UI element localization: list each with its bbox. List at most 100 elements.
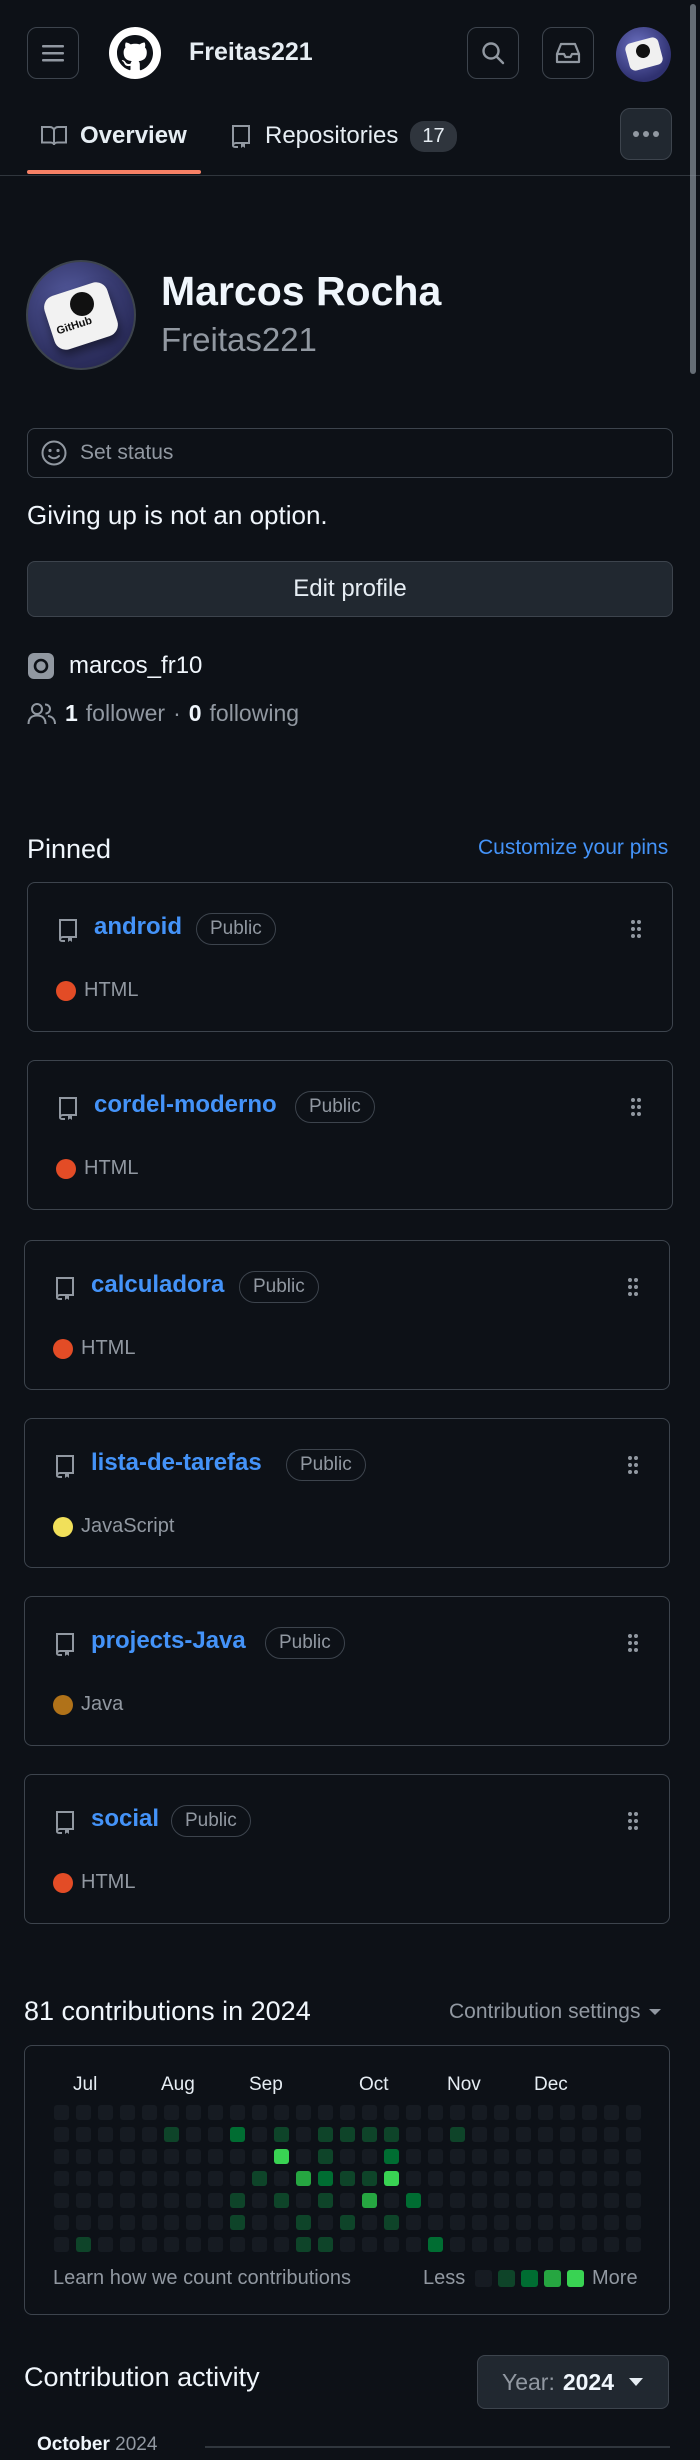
contribution-day [604, 2127, 619, 2142]
pinned-card[interactable]: calculadora Public HTML [24, 1240, 670, 1390]
contribution-day [362, 2237, 377, 2252]
contribution-day [296, 2149, 311, 2164]
contribution-day [406, 2171, 421, 2186]
repo-icon [59, 919, 77, 942]
contribution-day [494, 2193, 509, 2208]
pinned-card[interactable]: social Public HTML [24, 1774, 670, 1924]
contribution-day [560, 2237, 575, 2252]
contribution-day [362, 2215, 377, 2230]
pinned-card[interactable]: android Public HTML [27, 882, 673, 1032]
contribution-day [296, 2237, 311, 2252]
contribution-day [626, 2105, 641, 2120]
contribution-day [252, 2127, 267, 2142]
contribution-day [582, 2171, 597, 2186]
language-color-dot [53, 1872, 73, 1893]
pinned-card[interactable]: cordel-moderno Public HTML [27, 1060, 673, 1210]
year-select[interactable]: Year: 2024 [477, 2355, 669, 2409]
contribution-day [230, 2237, 245, 2252]
contribution-day [406, 2193, 421, 2208]
grabber-icon[interactable] [630, 1097, 642, 1117]
contribution-day [626, 2127, 641, 2142]
visibility-badge: Public [196, 913, 276, 945]
contribution-day [230, 2105, 245, 2120]
contribution-day [384, 2171, 399, 2186]
contribution-day [208, 2237, 223, 2252]
contribution-day [120, 2149, 135, 2164]
followers-count: 1 [65, 700, 78, 726]
contribution-day [560, 2171, 575, 2186]
inbox-button[interactable] [542, 27, 594, 79]
github-logo-icon[interactable] [108, 26, 162, 80]
contribution-day [296, 2105, 311, 2120]
pinned-card[interactable]: lista-de-tarefas Public JavaScript [24, 1418, 670, 1568]
year-value: 2024 [562, 2368, 615, 2395]
contribution-day [98, 2105, 113, 2120]
contribution-day [274, 2105, 289, 2120]
repo-name-link[interactable]: lista-de-tarefas [91, 1449, 262, 1477]
profile-avatar[interactable]: GitHub [26, 260, 136, 370]
contribution-day [76, 2193, 91, 2208]
repo-icon [56, 1455, 74, 1478]
repo-icon [232, 125, 250, 148]
repo-name-link[interactable]: calculadora [91, 1271, 224, 1299]
active-tab-indicator [27, 170, 201, 174]
contribution-day [604, 2237, 619, 2252]
contribution-day [120, 2127, 135, 2142]
contribution-day [186, 2171, 201, 2186]
menu-button[interactable] [27, 27, 79, 79]
edit-profile-button[interactable]: Edit profile [27, 561, 673, 617]
contribution-day [626, 2215, 641, 2230]
customize-pins-link[interactable]: Customize your pins [478, 836, 668, 860]
contribution-day [54, 2215, 69, 2230]
contribution-day [604, 2171, 619, 2186]
user-avatar[interactable] [616, 27, 671, 82]
repo-name-link[interactable]: projects-Java [91, 1627, 246, 1655]
tab-overview[interactable]: Overview [40, 101, 187, 171]
social-handle: marcos_fr10 [69, 652, 203, 679]
contribution-day [98, 2215, 113, 2230]
contribution-day [142, 2237, 157, 2252]
scrollbar[interactable] [690, 4, 696, 374]
grabber-icon[interactable] [630, 919, 642, 939]
month-label: Sep [249, 2074, 283, 2095]
set-status-button[interactable]: Set status [27, 428, 673, 478]
repo-name-link[interactable]: android [94, 913, 182, 941]
contribution-day [54, 2237, 69, 2252]
contribution-settings-button[interactable]: Contribution settings [449, 2000, 662, 2024]
contribution-day [516, 2127, 531, 2142]
grabber-icon[interactable] [627, 1455, 639, 1475]
repo-language: Java [53, 1693, 123, 1716]
contribution-day [362, 2149, 377, 2164]
tab-repositories[interactable]: Repositories 17 [229, 101, 457, 171]
contribution-day [494, 2215, 509, 2230]
header-username[interactable]: Freitas221 [189, 38, 313, 67]
contribution-day [428, 2127, 443, 2142]
grabber-icon[interactable] [627, 1277, 639, 1297]
contributions-title: 81 contributions in 2024 [24, 1996, 311, 2026]
more-tabs-button[interactable] [620, 108, 672, 160]
contribution-day [252, 2215, 267, 2230]
grabber-icon[interactable] [627, 1811, 639, 1831]
search-button[interactable] [467, 27, 519, 79]
contribution-day [560, 2149, 575, 2164]
people-icon [27, 702, 56, 724]
contribution-day [296, 2171, 311, 2186]
contribution-day [296, 2127, 311, 2142]
activity-title: Contribution activity [24, 2362, 260, 2392]
contribution-day [582, 2127, 597, 2142]
contribution-day [142, 2215, 157, 2230]
pinned-card[interactable]: projects-Java Public Java [24, 1596, 670, 1746]
contribution-day [252, 2193, 267, 2208]
contribution-day [142, 2193, 157, 2208]
grabber-icon[interactable] [627, 1633, 639, 1653]
learn-contributions-link[interactable]: Learn how we count contributions [53, 2267, 351, 2290]
contribution-day [450, 2215, 465, 2230]
repo-name-link[interactable]: cordel-moderno [94, 1091, 277, 1119]
follow-stats[interactable]: 1 follower · 0 following [27, 700, 299, 727]
inbox-icon [555, 42, 581, 64]
contribution-day [208, 2171, 223, 2186]
repo-name-link[interactable]: social [91, 1805, 159, 1833]
legend-swatches [475, 2270, 584, 2287]
social-link[interactable]: marcos_fr10 [27, 652, 202, 680]
visibility-badge: Public [171, 1805, 251, 1837]
